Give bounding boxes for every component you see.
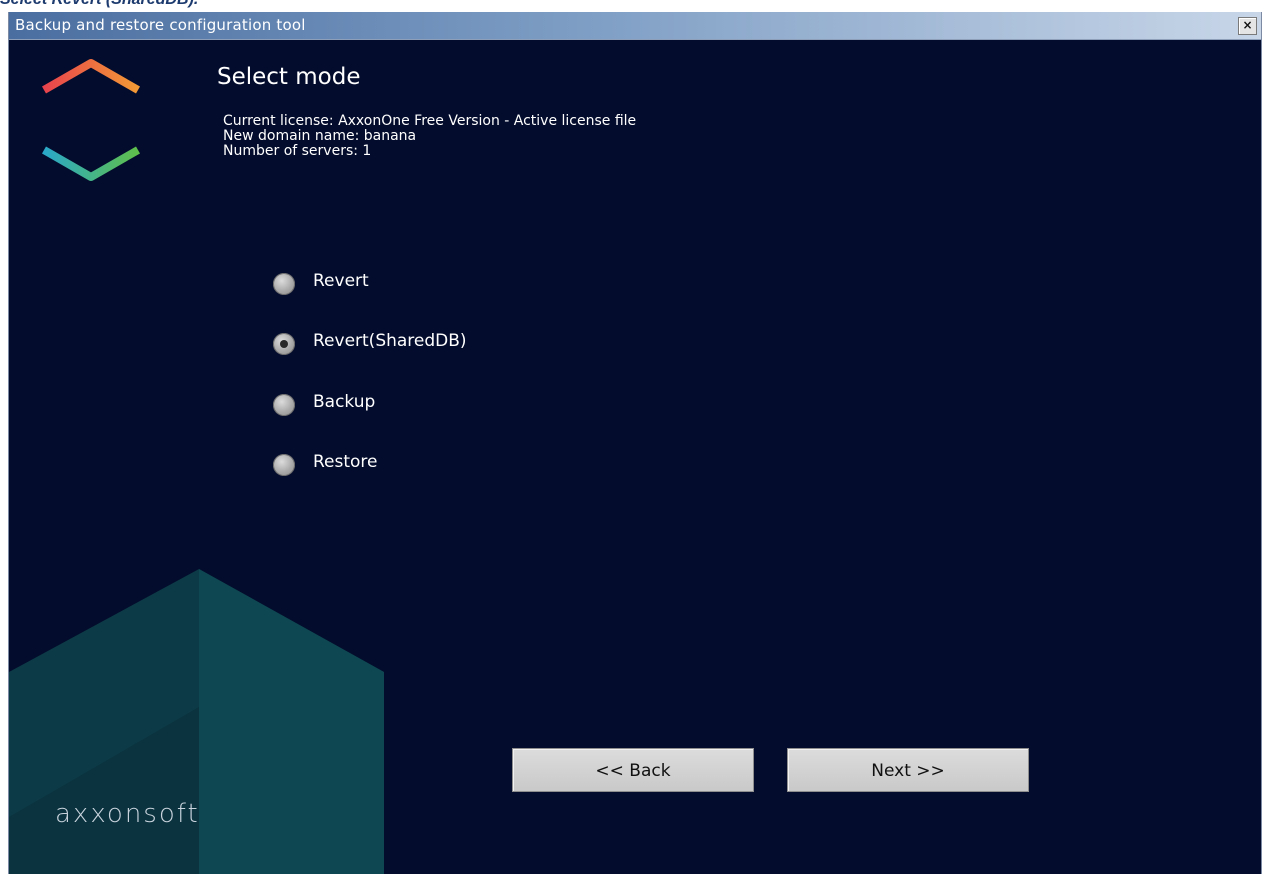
radio-label: Backup <box>313 392 376 412</box>
close-icon: × <box>1242 18 1253 32</box>
servers-line: Number of servers: 1 <box>223 143 372 159</box>
page-title: Select mode <box>217 64 361 90</box>
license-line: Current license: AxxonOne Free Version -… <box>223 113 637 129</box>
license-info: Current license: AxxonOne Free Version -… <box>223 114 636 159</box>
axxonsoft-logo: axxonsoft <box>55 799 200 829</box>
radio-label: Restore <box>313 452 378 472</box>
radio-label: Revert(SharedDB) <box>313 331 467 351</box>
domain-line: New domain name: banana <box>223 128 417 144</box>
app-window: Backup and restore configuration tool × <box>8 12 1262 874</box>
hexagon-logo-icon <box>40 59 142 181</box>
radio-button[interactable] <box>273 273 295 295</box>
radio-button[interactable] <box>273 394 295 416</box>
window-title: Backup and restore configuration tool <box>15 16 306 34</box>
close-button[interactable]: × <box>1238 17 1257 35</box>
next-button[interactable]: Next >> <box>787 748 1029 792</box>
radio-button-selected[interactable] <box>273 333 295 355</box>
back-button[interactable]: << Back <box>512 748 754 792</box>
page-caption: Select Revert (SharedDB). <box>0 0 198 9</box>
radio-label: Revert <box>313 271 369 291</box>
radio-button[interactable] <box>273 454 295 476</box>
title-bar[interactable]: Backup and restore configuration tool × <box>9 12 1261 40</box>
